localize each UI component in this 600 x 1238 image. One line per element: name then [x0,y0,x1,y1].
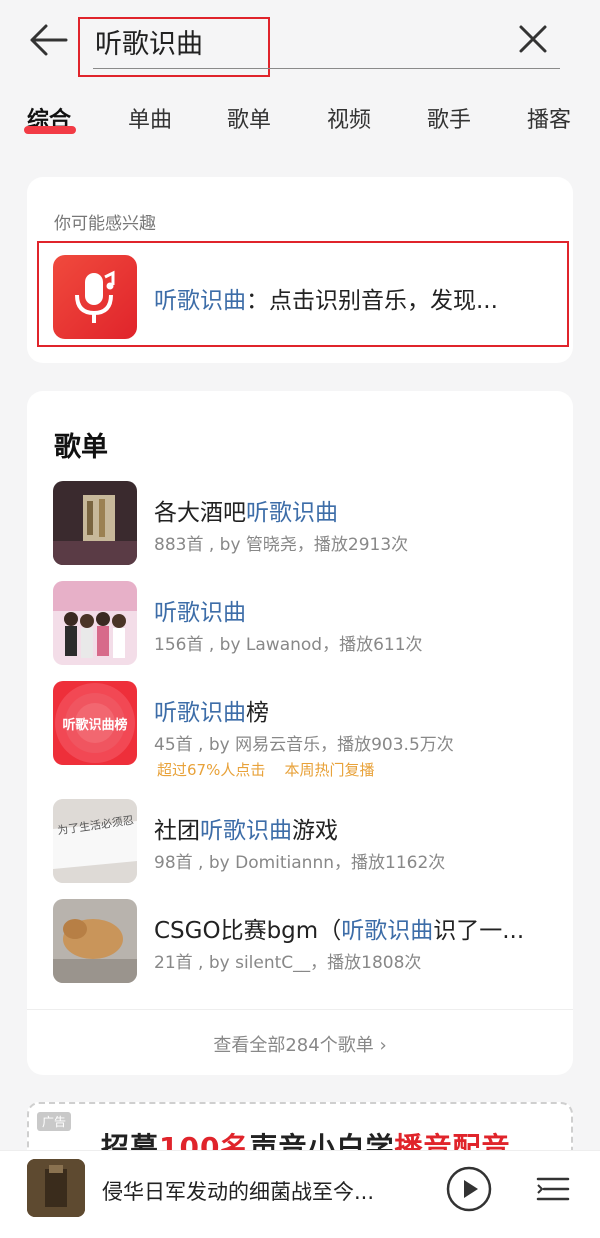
playlist-meta: 98首 , by Domitiannn，播放1162次 [154,853,446,873]
top-bar: 听歌识曲 [0,0,600,90]
playlist-title-text: CSGO比赛bgm（ [154,918,342,944]
playlist-tags: 超过67%人点击 本周热门复播 [157,759,388,780]
playlist-meta: 156首 , by Lawanod，播放611次 [154,635,423,655]
playlist-title-suffix: 游戏 [292,818,338,844]
recommendation-title-rest: ：点击识别音乐，发现... [246,288,498,314]
playlist-meta: 883首 , by 管晓尧，播放2913次 [154,535,409,555]
recommendation-title-highlight: 听歌识曲 [154,288,246,314]
playlist-title-suffix: 榜 [246,700,269,726]
playlist-cover [53,581,137,665]
playlist-title: 社团听歌识曲游戏 [154,811,338,845]
player-cover[interactable] [27,1159,85,1217]
playlist-title-highlight: 听歌识曲 [341,918,434,944]
playlist-title-highlight: 听歌识曲 [200,818,292,844]
playlist-tag: 本周热门复播 [284,761,375,779]
recommendation-title[interactable]: 听歌识曲：点击识别音乐，发现... [154,281,498,315]
playlist-meta: 45首 , by 网易云音乐，播放903.5万次 [154,735,454,755]
playlist-cover: 听歌识曲榜 [53,681,137,765]
playlist-item[interactable]: 各大酒吧听歌识曲 883首 , by 管晓尧，播放2913次 [27,481,573,573]
playlist-item[interactable]: 听歌识曲榜 听歌识曲榜 45首 , by 网易云音乐，播放903.5万次 超过6… [27,681,573,781]
ad-badge: 广告 [37,1112,72,1131]
playlist-title-highlight: 听歌识曲 [246,500,338,526]
playlist-title: 各大酒吧听歌识曲 [154,493,338,527]
playlist-cover-text: 听歌识曲榜 [62,718,128,733]
category-tabs: 综合 单曲 歌单 视频 歌手 播客 [0,96,600,142]
playlist-item[interactable]: CSGO比赛bgm（听歌识曲识了一... 21首 , by silentC__，… [27,899,573,991]
playlist-title-highlight: 听歌识曲 [154,700,246,726]
view-all-playlists-link[interactable]: 查看全部284个歌单 › [27,1031,573,1057]
interest-card: 你可能感兴趣 听歌识曲：点击识别音乐，发现... [27,177,573,363]
playlist-item[interactable]: 听歌识曲 156首 , by Lawanod，播放611次 [27,581,573,673]
playlist-meta: 21首 , by silentC__，播放1808次 [154,953,422,973]
back-arrow-icon[interactable] [26,20,70,60]
mini-player[interactable]: 侵华日军发动的细菌战至今... [0,1150,600,1238]
playlist-queue-icon[interactable] [534,1169,572,1207]
divider [27,1009,573,1010]
tab-videos[interactable]: 视频 [327,102,371,134]
song-recognition-icon[interactable] [53,255,137,339]
tab-playlists[interactable]: 歌单 [227,102,271,134]
playlist-cover: 为了生活必须忍 [53,799,137,883]
playlists-card: 歌单 各大酒吧听歌识曲 883首 , by 管晓尧，播放2913次 听歌识曲 1… [27,391,573,1075]
playlist-title-text: 社团 [154,818,200,844]
playlist-title-highlight: 听歌识曲 [154,600,246,626]
view-all-label: 查看全部284个歌单 [213,1035,374,1056]
tab-podcasts[interactable]: 播客 [527,102,571,134]
playlist-tag: 超过67%人点击 [157,761,266,779]
now-playing-title[interactable]: 侵华日军发动的细菌战至今... [102,1176,374,1206]
playlist-title-suffix: 识了一... [433,918,525,944]
playlist-title: 听歌识曲 [154,593,246,627]
close-icon[interactable] [516,22,550,56]
interest-subtitle: 你可能感兴趣 [54,214,156,234]
playlist-title: CSGO比赛bgm（听歌识曲识了一... [154,911,524,945]
playlist-cover [53,899,137,983]
playlist-cover [53,481,137,565]
tab-songs[interactable]: 单曲 [128,102,172,134]
playlist-title-text: 各大酒吧 [154,500,246,526]
playlist-title: 听歌识曲榜 [154,693,269,727]
playlists-section-title: 歌单 [54,432,108,463]
chevron-right-icon: › [379,1035,387,1056]
search-input[interactable]: 听歌识曲 [95,22,203,61]
play-icon[interactable] [446,1166,492,1212]
playlist-item[interactable]: 为了生活必须忍 社团听歌识曲游戏 98首 , by Domitiannn，播放1… [27,799,573,891]
tab-artists[interactable]: 歌手 [427,102,471,134]
search-underline [93,68,560,69]
active-tab-indicator [24,126,76,134]
